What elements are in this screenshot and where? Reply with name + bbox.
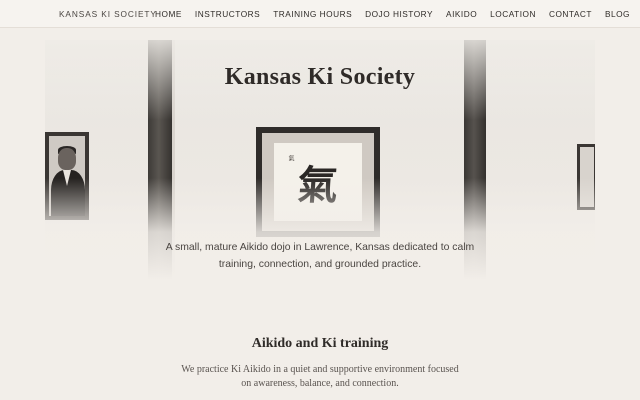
- hero-banner: 氣 氣 Kansas Ki Society A small, mature Ai…: [45, 40, 595, 298]
- main-menu: HOME INSTRUCTORS TRAINING HOURS DOJO HIS…: [155, 9, 640, 19]
- nav-instructors[interactable]: INSTRUCTORS: [195, 9, 260, 19]
- nav-home[interactable]: HOME: [155, 9, 182, 19]
- nav-training-hours[interactable]: TRAINING HOURS: [273, 9, 352, 19]
- section-text: We practice Ki Aikido in a quiet and sup…: [181, 364, 459, 389]
- hero-description: A small, mature Aikido dojo in Lawrence,…: [165, 242, 475, 270]
- nav-blog[interactable]: BLOG: [605, 9, 630, 19]
- nav-dojo-history[interactable]: DOJO HISTORY: [365, 9, 433, 19]
- top-navigation: KANSAS KI SOCIETY HOME INSTRUCTORS TRAIN…: [0, 0, 640, 28]
- nav-aikido[interactable]: AIKIDO: [446, 9, 477, 19]
- nav-location[interactable]: LOCATION: [490, 9, 536, 19]
- hero-title: Kansas Ki Society: [224, 64, 416, 90]
- hero-fade-overlay: [45, 178, 595, 298]
- section-heading: Aikido and Ki training: [251, 336, 389, 351]
- nav-contact[interactable]: CONTACT: [549, 9, 592, 19]
- site-brand-link[interactable]: KANSAS KI SOCIETY: [59, 9, 157, 19]
